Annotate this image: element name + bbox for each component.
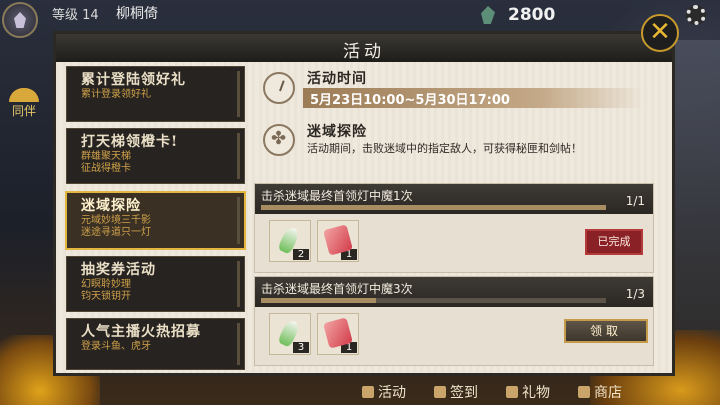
nav-activity[interactable]: 活动 (362, 382, 406, 402)
task-progress-text: 1/1 (625, 194, 645, 208)
task-progress-bar (261, 205, 606, 210)
reward-quantity: 1 (341, 342, 357, 353)
tab-subtitle: 征战得橙卡 (81, 163, 131, 174)
gem-icon (481, 6, 495, 24)
close-button[interactable]: ✕ (641, 14, 679, 52)
task-name: 击杀迷域最终首领灯中魔3次 (261, 282, 413, 296)
tab-subtitle: 迷途寻道只一灯 (81, 227, 151, 238)
reward-feather-icon[interactable]: 2 (269, 220, 311, 262)
player-avatar[interactable] (2, 2, 38, 38)
reward-pouch-icon[interactable]: 1 (317, 313, 359, 355)
companion-icon (9, 88, 39, 102)
shop-icon (578, 386, 590, 398)
reward-feather-icon[interactable]: 3 (269, 313, 311, 355)
emblem-icon (263, 124, 295, 156)
tab-subtitle: 元域妙境三千影 (81, 215, 151, 226)
activity-icon (362, 386, 374, 398)
nav-label: 签到 (450, 385, 478, 401)
nav-label: 商店 (594, 385, 622, 401)
dialog-title-bar: 活动 (56, 34, 672, 62)
activity-time-label: 活动时间 (307, 71, 367, 87)
tab-cumulative-login[interactable]: 累计登陆领好礼 累计登录领好礼 (66, 66, 245, 122)
activity-description: 活动期间，击败迷域中的指定敌人，可获得秘匣和剑帖！ (307, 142, 582, 155)
dialog-title: 活动 (343, 42, 385, 62)
task-header: 击杀迷域最终首领灯中魔3次 1/3 (255, 277, 653, 307)
completed-badge: 已完成 (585, 229, 643, 255)
tab-subtitle: 累计登录领好礼 (81, 89, 151, 100)
player-name: 柳桐倚 (116, 6, 158, 22)
tab-ladder[interactable]: 打天梯领橙卡! 群雄聚天梯 征战得橙卡 (66, 128, 245, 184)
tab-subtitle: 群雄聚天梯 (81, 151, 131, 162)
reward-quantity: 1 (341, 249, 357, 260)
task-card: 击杀迷域最终首领灯中魔1次 1/1 2 1 已完成 (254, 183, 654, 273)
tab-subtitle: 登录斗鱼、虎牙 (81, 341, 151, 352)
tab-title: 打天梯领橙卡! (81, 134, 179, 150)
reward-pouch-icon[interactable]: 1 (317, 220, 359, 262)
player-level: 等级 14 (52, 8, 99, 23)
tab-subtitle: 幻瞑聆妙理 (81, 279, 131, 290)
activity-name: 迷域探险 (307, 124, 367, 140)
task-progress-fill (261, 205, 606, 210)
tab-lottery[interactable]: 抽奖券活动 幻瞑聆妙理 钧天锁钥开 (66, 256, 245, 312)
task-name: 击杀迷域最终首领灯中魔1次 (261, 189, 413, 203)
gear-icon[interactable] (686, 5, 706, 25)
tab-title: 迷域探险 (81, 198, 141, 214)
clock-icon (263, 72, 295, 104)
task-progress-fill (261, 298, 376, 303)
task-progress-text: 1/3 (625, 287, 645, 301)
companion-label: 同伴 (11, 104, 36, 118)
nav-shop[interactable]: 商店 (578, 382, 622, 402)
companion-button[interactable]: 同伴 (4, 88, 44, 119)
nav-label: 活动 (378, 385, 406, 401)
nav-label: 礼物 (522, 385, 550, 401)
tab-title: 人气主播火热招募 (81, 324, 201, 340)
tab-subtitle: 钧天锁钥开 (81, 291, 131, 302)
tab-title: 累计登陆领好礼 (81, 72, 186, 88)
nav-gifts[interactable]: 礼物 (506, 382, 550, 402)
background-building (670, 40, 720, 370)
top-bar: 等级 14 柳桐倚 2800 (0, 0, 720, 38)
tab-title: 抽奖券活动 (81, 262, 156, 278)
task-progress-bar (261, 298, 606, 303)
reward-quantity: 3 (293, 342, 309, 353)
task-header: 击杀迷域最终首领灯中魔1次 1/1 (255, 184, 653, 214)
currency-amount: 2800 (508, 5, 556, 25)
activity-time-value: 5月23日10:00~5月30日17:00 (310, 93, 510, 108)
checkin-icon (434, 386, 446, 398)
nav-checkin[interactable]: 签到 (434, 382, 478, 402)
task-card: 击杀迷域最终首领灯中魔3次 1/3 3 1 领取 (254, 276, 654, 366)
claim-button[interactable]: 领取 (564, 319, 648, 343)
tab-streamer-recruit[interactable]: 人气主播火热招募 登录斗鱼、虎牙 (66, 318, 245, 370)
gift-icon (506, 386, 518, 398)
reward-quantity: 2 (293, 249, 309, 260)
tab-maze-exploration[interactable]: 迷域探险 元域妙境三千影 迷途寻道只一灯 (65, 191, 246, 250)
